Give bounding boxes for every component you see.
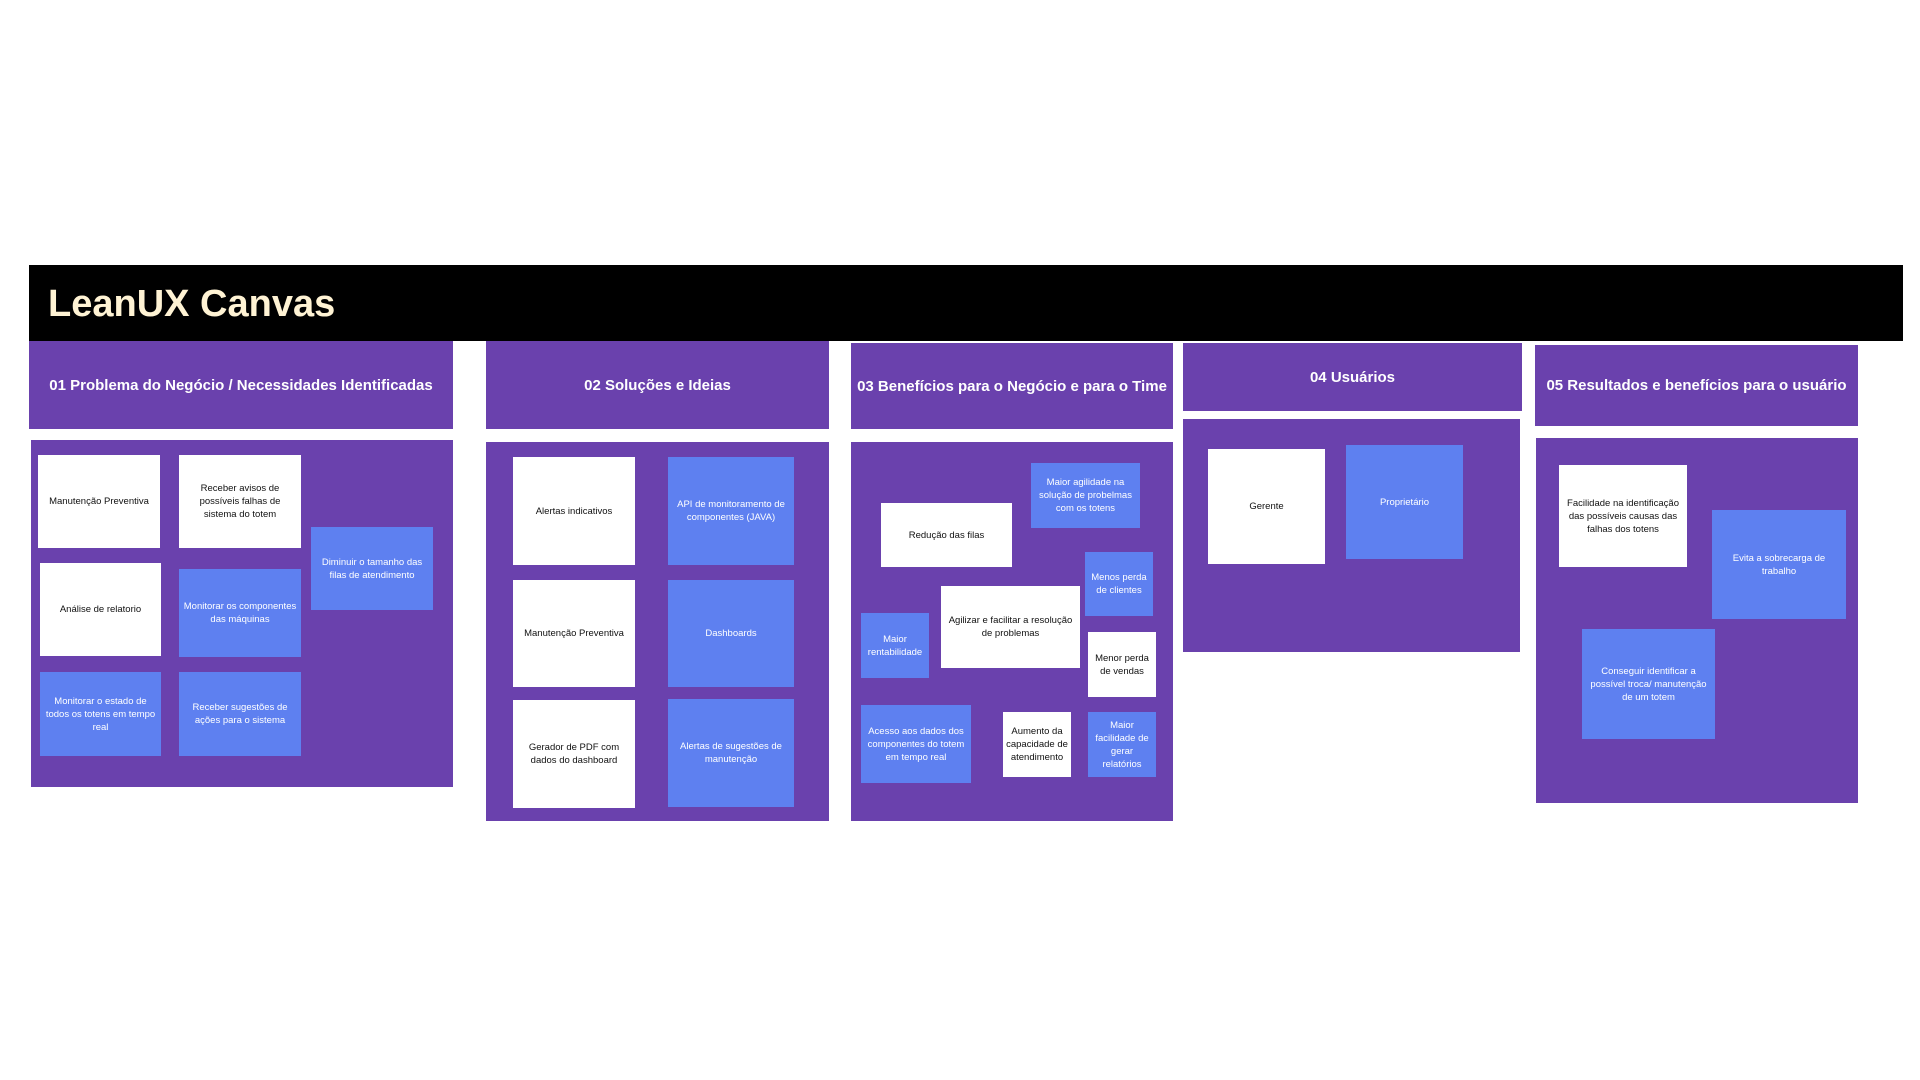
section-04-header[interactable]: 04 Usuários	[1183, 343, 1522, 411]
canvas-title: LeanUX Canvas	[48, 283, 336, 325]
sticky-note[interactable]: Receber sugestões de ações para o sistem…	[179, 672, 301, 756]
section-01-title: 01 Problema do Negócio / Necessidades Id…	[49, 376, 433, 394]
section-02-title: 02 Soluções e Ideias	[584, 376, 731, 394]
sticky-note[interactable]: Gerente	[1208, 449, 1325, 564]
section-03-header[interactable]: 03 Benefícios para o Negócio e para o Ti…	[851, 343, 1173, 429]
sticky-note[interactable]: Alertas de sugestões de manutenção	[668, 699, 794, 807]
sticky-note[interactable]: Diminuir o tamanho das filas de atendime…	[311, 527, 433, 610]
sticky-note[interactable]: Manutenção Preventiva	[38, 455, 160, 548]
sticky-note[interactable]: Gerador de PDF com dados do dashboard	[513, 700, 635, 808]
sticky-note[interactable]: Redução das filas	[881, 503, 1012, 567]
sticky-note[interactable]: Maior facilidade de gerar relatórios	[1088, 712, 1156, 777]
sticky-note[interactable]: Dashboards	[668, 580, 794, 687]
sticky-note[interactable]: Agilizar e facilitar a resolução de prob…	[941, 586, 1080, 668]
section-01-header[interactable]: 01 Problema do Negócio / Necessidades Id…	[29, 341, 453, 429]
sticky-note[interactable]: Proprietário	[1346, 445, 1463, 559]
sticky-note[interactable]: Análise de relatorio	[40, 563, 161, 656]
sticky-note[interactable]: Maior agilidade na solução de probelmas …	[1031, 463, 1140, 528]
sticky-note[interactable]: Menos perda de clientes	[1085, 552, 1153, 616]
sticky-note[interactable]: Menor perda de vendas	[1088, 632, 1156, 697]
sticky-note[interactable]: Aumento da capacidade de atendimento	[1003, 712, 1071, 777]
sticky-note[interactable]: Acesso aos dados dos componentes do tote…	[861, 705, 971, 783]
sticky-note[interactable]: Alertas indicativos	[513, 457, 635, 565]
sticky-note[interactable]: Receber avisos de possíveis falhas de si…	[179, 455, 301, 548]
sticky-note[interactable]: Monitorar os componentes das máquinas	[179, 569, 301, 657]
sticky-note[interactable]: Manutenção Preventiva	[513, 580, 635, 687]
sticky-note[interactable]: Maior rentabilidade	[861, 613, 929, 678]
section-04-title: 04 Usuários	[1309, 368, 1396, 386]
sticky-note[interactable]: Monitorar o estado de todos os totens em…	[40, 672, 161, 756]
sticky-note[interactable]: Facilidade na identificação das possívei…	[1559, 465, 1687, 567]
sticky-note[interactable]: Evita a sobrecarga de trabalho	[1712, 510, 1846, 619]
section-05-title: 05 Resultados e benefícios para o usuári…	[1546, 377, 1847, 394]
sticky-note[interactable]: Conseguir identificar a possível troca/ …	[1582, 629, 1715, 739]
section-02-header[interactable]: 02 Soluções e Ideias	[486, 341, 829, 429]
section-03-title: 03 Benefícios para o Negócio e para o Ti…	[857, 377, 1167, 395]
sticky-note[interactable]: API de monitoramento de componentes (JAV…	[668, 457, 794, 565]
section-05-header[interactable]: 05 Resultados e benefícios para o usuári…	[1535, 345, 1858, 426]
